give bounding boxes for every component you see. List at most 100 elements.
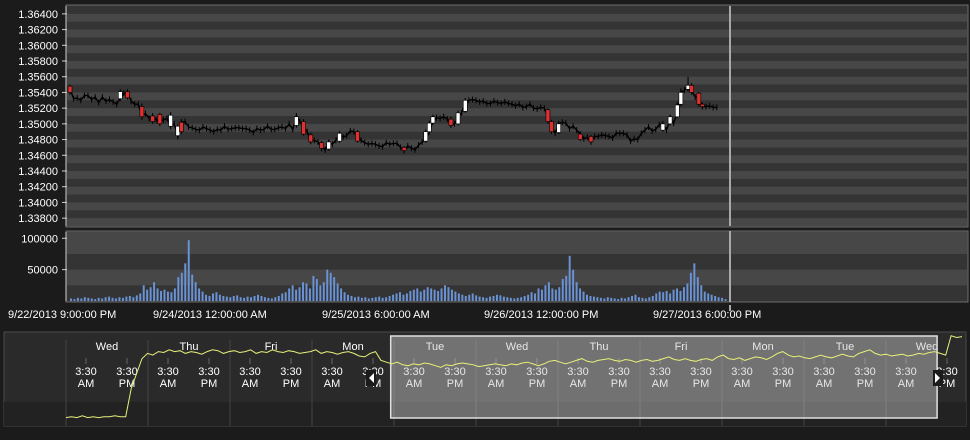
volume-bar	[665, 290, 668, 301]
volume-bar	[506, 297, 509, 301]
navigator-ampm-label: AM	[160, 378, 177, 390]
candle-body-down	[700, 103, 705, 107]
volume-bar	[302, 282, 304, 301]
navigator-time-label: 3:30	[198, 366, 219, 378]
volume-bar	[558, 287, 561, 301]
volume-bar	[357, 296, 360, 301]
volume-bar	[471, 293, 474, 301]
volume-bar	[180, 272, 183, 301]
volume-bar	[561, 279, 564, 301]
volume-bar	[191, 274, 194, 301]
volume-bar	[156, 288, 159, 301]
volume-bar	[631, 295, 633, 301]
volume-bar	[513, 298, 516, 301]
grid-band	[67, 29, 967, 38]
volume-bar	[333, 277, 336, 301]
volume-bar	[617, 299, 620, 301]
volume-bar	[173, 288, 176, 301]
time-axis: 9/22/2013 9:00:00 PM 9/24/2013 12:00:00 A…	[0, 305, 970, 329]
volume-bar	[322, 282, 325, 301]
volume-bar	[374, 297, 377, 301]
volume-tick-label: 50000	[27, 265, 58, 277]
volume-bar	[319, 285, 322, 301]
volume-band	[67, 232, 967, 254]
volume-bar	[201, 291, 204, 301]
volume-bar	[142, 285, 145, 301]
volume-bar	[700, 285, 703, 301]
volume-bar	[250, 297, 253, 301]
volume-bar	[90, 298, 93, 301]
price-tick-label: 1.35600	[18, 72, 58, 84]
volume-bar	[83, 297, 86, 301]
volume-bar	[437, 290, 440, 301]
volume-bar	[239, 297, 242, 301]
volume-bar	[385, 297, 388, 301]
grid-band	[67, 186, 967, 195]
volume-bar	[80, 298, 83, 301]
volume-bar	[676, 288, 679, 301]
price-chart[interactable]: 1.36400 1.36200 1.36000 1.35800 1.35600 1.354…	[0, 0, 970, 230]
candle-body-down	[319, 142, 324, 149]
volume-bar	[679, 290, 682, 301]
volume-bar	[364, 297, 367, 301]
candle-body-down	[67, 85, 73, 93]
volume-bar	[534, 293, 537, 301]
volume-bar	[641, 297, 644, 301]
volume-bar	[662, 292, 665, 301]
volume-bar	[277, 295, 280, 301]
candle-body-down	[401, 147, 407, 151]
volume-bar	[655, 293, 658, 301]
volume-bar	[378, 296, 381, 301]
volume-bar	[568, 255, 571, 301]
volume-bar	[340, 288, 343, 301]
volume-bar	[489, 296, 492, 301]
volume-bar	[232, 295, 235, 301]
price-tick-label: 1.36400	[18, 9, 58, 21]
navigator-right-handle[interactable]	[933, 370, 943, 386]
volume-bar	[627, 297, 630, 301]
volume-bar	[308, 288, 311, 301]
volume-bar	[336, 283, 339, 301]
volume-bar	[596, 297, 599, 301]
navigator-left-handle[interactable]	[366, 370, 376, 386]
volume-bar	[475, 295, 478, 301]
navigator[interactable]: Wed Thu Fri Mon Tue Wed Thu Fri Mon Tue Wed3:30AM3…	[0, 330, 970, 438]
volume-bar	[367, 298, 370, 301]
candle-body-down	[301, 121, 306, 135]
volume-bar	[263, 297, 266, 301]
volume-bar	[637, 297, 640, 301]
volume-bar	[295, 289, 298, 301]
volume-bar	[721, 297, 724, 301]
grid-band	[67, 45, 967, 54]
volume-bar	[315, 279, 318, 301]
candle-body-up	[462, 99, 468, 112]
volume-bar	[402, 294, 405, 301]
volume-bar	[177, 277, 180, 301]
volume-bar	[284, 292, 287, 301]
navigator-selection-window[interactable]	[389, 335, 938, 419]
volume-bar	[672, 289, 675, 301]
price-tick-label: 1.35400	[18, 87, 58, 99]
volume-bar	[198, 288, 201, 301]
volume-bar	[229, 297, 232, 301]
volume-tick-label: 100000	[21, 233, 58, 245]
volume-bar	[423, 289, 426, 301]
volume-bar	[589, 295, 592, 301]
price-tick-label: 1.34200	[18, 182, 58, 194]
volume-bar	[405, 293, 408, 301]
volume-bar	[554, 289, 557, 301]
volume-bar	[450, 289, 453, 301]
volume-bar	[184, 263, 187, 301]
volume-bar	[582, 291, 585, 301]
volume-bar	[620, 297, 623, 301]
volume-bar	[194, 282, 197, 301]
volume-bar	[426, 287, 429, 301]
volume-bar	[236, 295, 239, 301]
price-tick-label: 1.33800	[18, 213, 58, 225]
volume-band	[67, 269, 967, 286]
volume-bar	[218, 294, 221, 301]
volume-bar	[163, 289, 166, 301]
volume-chart[interactable]: 100000 50000	[0, 229, 970, 305]
grid-band	[67, 92, 967, 101]
volume-bar	[495, 294, 498, 301]
